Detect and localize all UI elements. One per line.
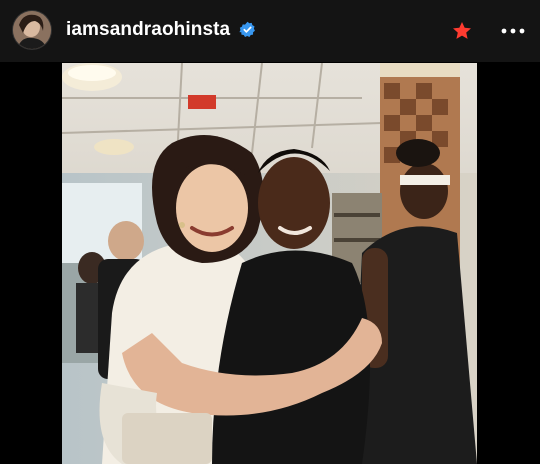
username[interactable]: iamsandraohinsta [66, 19, 230, 41]
verified-badge-icon [239, 21, 255, 38]
more-horizontal-icon[interactable] [500, 22, 526, 40]
post-header: iamsandraohinsta [0, 0, 540, 62]
avatar-image [13, 11, 51, 49]
post-photo[interactable] [62, 63, 477, 464]
star-icon[interactable] [451, 20, 473, 42]
avatar[interactable] [13, 11, 51, 49]
left-margin [0, 62, 62, 464]
right-margin [477, 62, 540, 464]
photo-illustration [62, 63, 477, 464]
